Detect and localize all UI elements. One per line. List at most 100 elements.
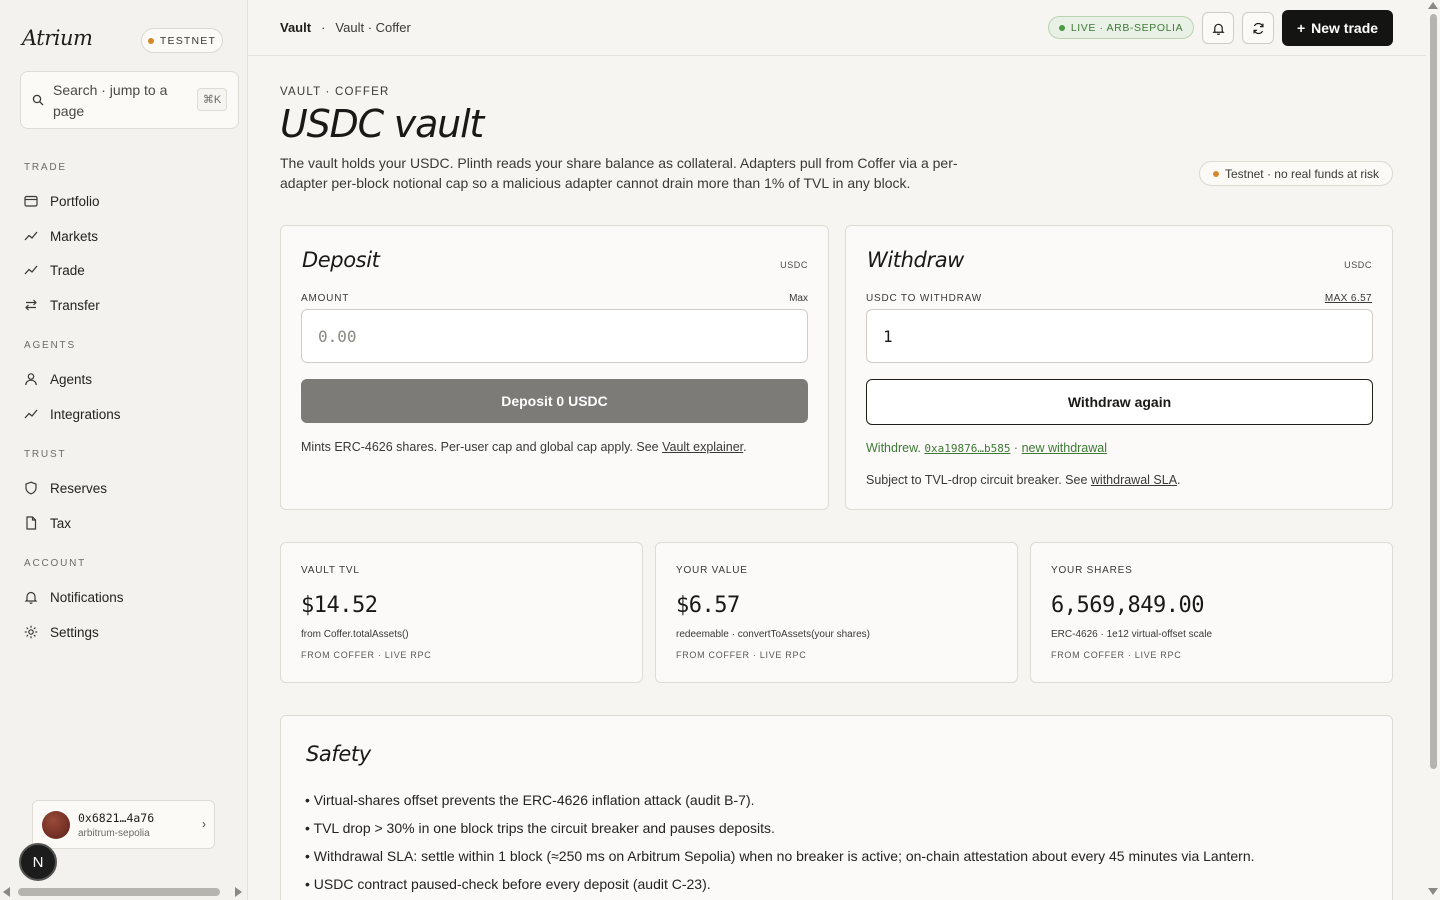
- search-input[interactable]: Search · jump to a page ⌘K: [20, 71, 239, 129]
- deposit-amount-label: AMOUNT: [301, 293, 350, 304]
- sidebar-item-label: Reserves: [50, 480, 108, 496]
- safety-card: Safety • Virtual-shares offset prevents …: [280, 715, 1393, 900]
- chevron-right-icon: ›: [202, 817, 206, 831]
- bell-icon: [24, 591, 38, 604]
- transfer-arrows-icon: [25, 299, 37, 311]
- withdraw-amount-input[interactable]: [866, 309, 1373, 363]
- scroll-right-icon[interactable]: [235, 887, 242, 897]
- withdraw-max-button[interactable]: MAX 6.57: [1325, 293, 1372, 304]
- deposit-note-text: Mints ERC-4626 shares. Per-user cap and …: [301, 440, 663, 454]
- shield-icon: [25, 481, 37, 495]
- testnet-notice: Testnet · no real funds at risk: [1199, 161, 1393, 186]
- sidebar-item-reserves[interactable]: Reserves: [24, 476, 107, 500]
- live-dot-icon: [1058, 24, 1065, 31]
- withdraw-unit: USDC: [1344, 260, 1372, 270]
- scroll-down-icon[interactable]: [1428, 888, 1438, 895]
- sidebar-item-label: Tax: [50, 515, 72, 531]
- stat-value: $6.57: [676, 593, 740, 618]
- horizontal-scrollbar[interactable]: [0, 884, 248, 900]
- sidebar-item-label: Settings: [50, 624, 99, 640]
- stat-label: YOUR SHARES: [1051, 565, 1133, 576]
- sidebar-item-notifications[interactable]: Notifications: [24, 585, 124, 609]
- scroll-left-icon[interactable]: [3, 887, 10, 897]
- stat-label: VAULT TVL: [301, 565, 360, 576]
- withdraw-note-text: Subject to TVL-drop circuit breaker. See: [866, 473, 1091, 487]
- testnet-notice-label: Testnet · no real funds at risk: [1224, 166, 1380, 181]
- stat-source: FROM COFFER · LIVE RPC: [676, 650, 807, 660]
- sidebar-item-trade[interactable]: Trade: [24, 258, 85, 282]
- sidebar-item-label: Portfolio: [50, 193, 100, 209]
- sidebar-item-tax[interactable]: Tax: [24, 511, 71, 535]
- sidebar-item-label: Transfer: [50, 297, 100, 313]
- trend-icon: [24, 265, 38, 275]
- refresh-button[interactable]: [1242, 12, 1274, 44]
- breadcrumb-current: Vault · Coffer: [335, 20, 411, 35]
- stat-value: 6,569,849.00: [1051, 593, 1204, 618]
- stat-your-shares: YOUR SHARES 6,569,849.00 ERC-4626 · 1e12…: [1030, 542, 1393, 683]
- stat-value: $14.52: [301, 593, 378, 618]
- new-trade-button[interactable]: + New trade: [1282, 10, 1393, 46]
- page-description: The vault holds your USDC. Plinth reads …: [280, 155, 958, 191]
- deposit-note: Mints ERC-4626 shares. Per-user cap and …: [301, 440, 747, 454]
- main-content: VAULT · COFFER USDC vault The vault hold…: [248, 56, 1426, 900]
- safety-item: • Withdrawal SLA: settle within 1 block …: [305, 848, 1255, 864]
- network-status-label: LIVE · ARB-SEPOLIA: [1070, 21, 1184, 34]
- scrollbar-thumb[interactable]: [1430, 14, 1437, 769]
- refresh-icon: [1252, 22, 1264, 34]
- sidebar-item-portfolio[interactable]: Portfolio: [24, 189, 100, 213]
- deposit-button[interactable]: Deposit 0 USDC: [301, 379, 808, 423]
- new-withdrawal-link[interactable]: new withdrawal: [1022, 441, 1107, 455]
- vault-explainer-link[interactable]: Vault explainer: [662, 440, 743, 454]
- testnet-badge-label: TESTNET: [159, 34, 217, 47]
- stat-subtext: redeemable · convertToAssets(your shares…: [676, 629, 870, 640]
- new-trade-label: New trade: [1311, 20, 1379, 36]
- withdrawal-sla-link[interactable]: withdrawal SLA: [1091, 473, 1177, 487]
- shortcut-hint: ⌘K: [197, 88, 227, 111]
- warning-dot-icon: [1212, 170, 1219, 177]
- status-dot-icon: [147, 37, 154, 44]
- deposit-max-button[interactable]: Max: [789, 293, 808, 304]
- document-icon: [26, 516, 37, 530]
- sidebar-item-transfer[interactable]: Transfer: [24, 293, 100, 317]
- withdraw-again-button[interactable]: Withdraw again: [866, 379, 1373, 425]
- sidebar-item-label: Notifications: [50, 589, 124, 605]
- topbar: Vault · Vault · Coffer LIVE · ARB-SEPOLI…: [248, 0, 1426, 56]
- network-status-badge: LIVE · ARB-SEPOLIA: [1048, 16, 1194, 39]
- deposit-title: Deposit: [302, 248, 380, 272]
- breadcrumb: Vault · Vault · Coffer: [280, 20, 411, 35]
- safety-list: • Virtual-shares offset prevents the ERC…: [305, 786, 1255, 898]
- sidebar-item-settings[interactable]: Settings: [24, 620, 99, 644]
- bell-icon: [1211, 23, 1225, 35]
- deposit-unit: USDC: [780, 260, 808, 270]
- testnet-badge: TESTNET: [141, 28, 223, 53]
- scrollbar-thumb[interactable]: [18, 888, 220, 896]
- tx-hash-link[interactable]: 0xa19876…b585: [924, 442, 1010, 455]
- stat-vault-tvl: VAULT TVL $14.52 from Coffer.totalAssets…: [280, 542, 643, 683]
- page-title: USDC vault: [280, 102, 484, 146]
- sidebar-item-label: Agents: [50, 371, 93, 387]
- sidebar-item-label: Markets: [50, 228, 99, 244]
- scroll-up-icon[interactable]: [1428, 2, 1438, 9]
- sidebar-item-label: Trade: [50, 262, 85, 278]
- user-icon: [25, 373, 37, 386]
- withdraw-amount-label: USDC TO WITHDRAW: [866, 293, 982, 304]
- stat-source: FROM COFFER · LIVE RPC: [301, 650, 432, 660]
- dev-tools-badge[interactable]: N: [19, 843, 57, 881]
- deposit-amount-input[interactable]: [301, 309, 808, 363]
- sidebar-item-integrations[interactable]: Integrations: [24, 402, 121, 426]
- plus-icon: +: [1296, 20, 1306, 36]
- wallet-switcher[interactable]: 0x6821…4a76 arbitrum-sepolia ›: [32, 800, 215, 849]
- brand-logo[interactable]: Atrium: [22, 26, 93, 50]
- safety-item: • TVL drop > 30% in one block trips the …: [305, 820, 775, 836]
- trend-icon: [24, 409, 38, 419]
- withdraw-title: Withdraw: [867, 248, 964, 272]
- sidebar-item-agents[interactable]: Agents: [24, 367, 92, 391]
- sidebar-item-markets[interactable]: Markets: [24, 224, 98, 248]
- stat-label: YOUR VALUE: [676, 565, 748, 576]
- breadcrumb-root[interactable]: Vault: [280, 20, 311, 35]
- page-eyebrow: VAULT · COFFER: [280, 86, 390, 98]
- nav-section-trade: TRADE: [24, 162, 67, 173]
- vertical-scrollbar[interactable]: [1426, 0, 1440, 900]
- notifications-button[interactable]: [1202, 12, 1234, 44]
- withdraw-success-text: Withdrew.: [866, 441, 925, 455]
